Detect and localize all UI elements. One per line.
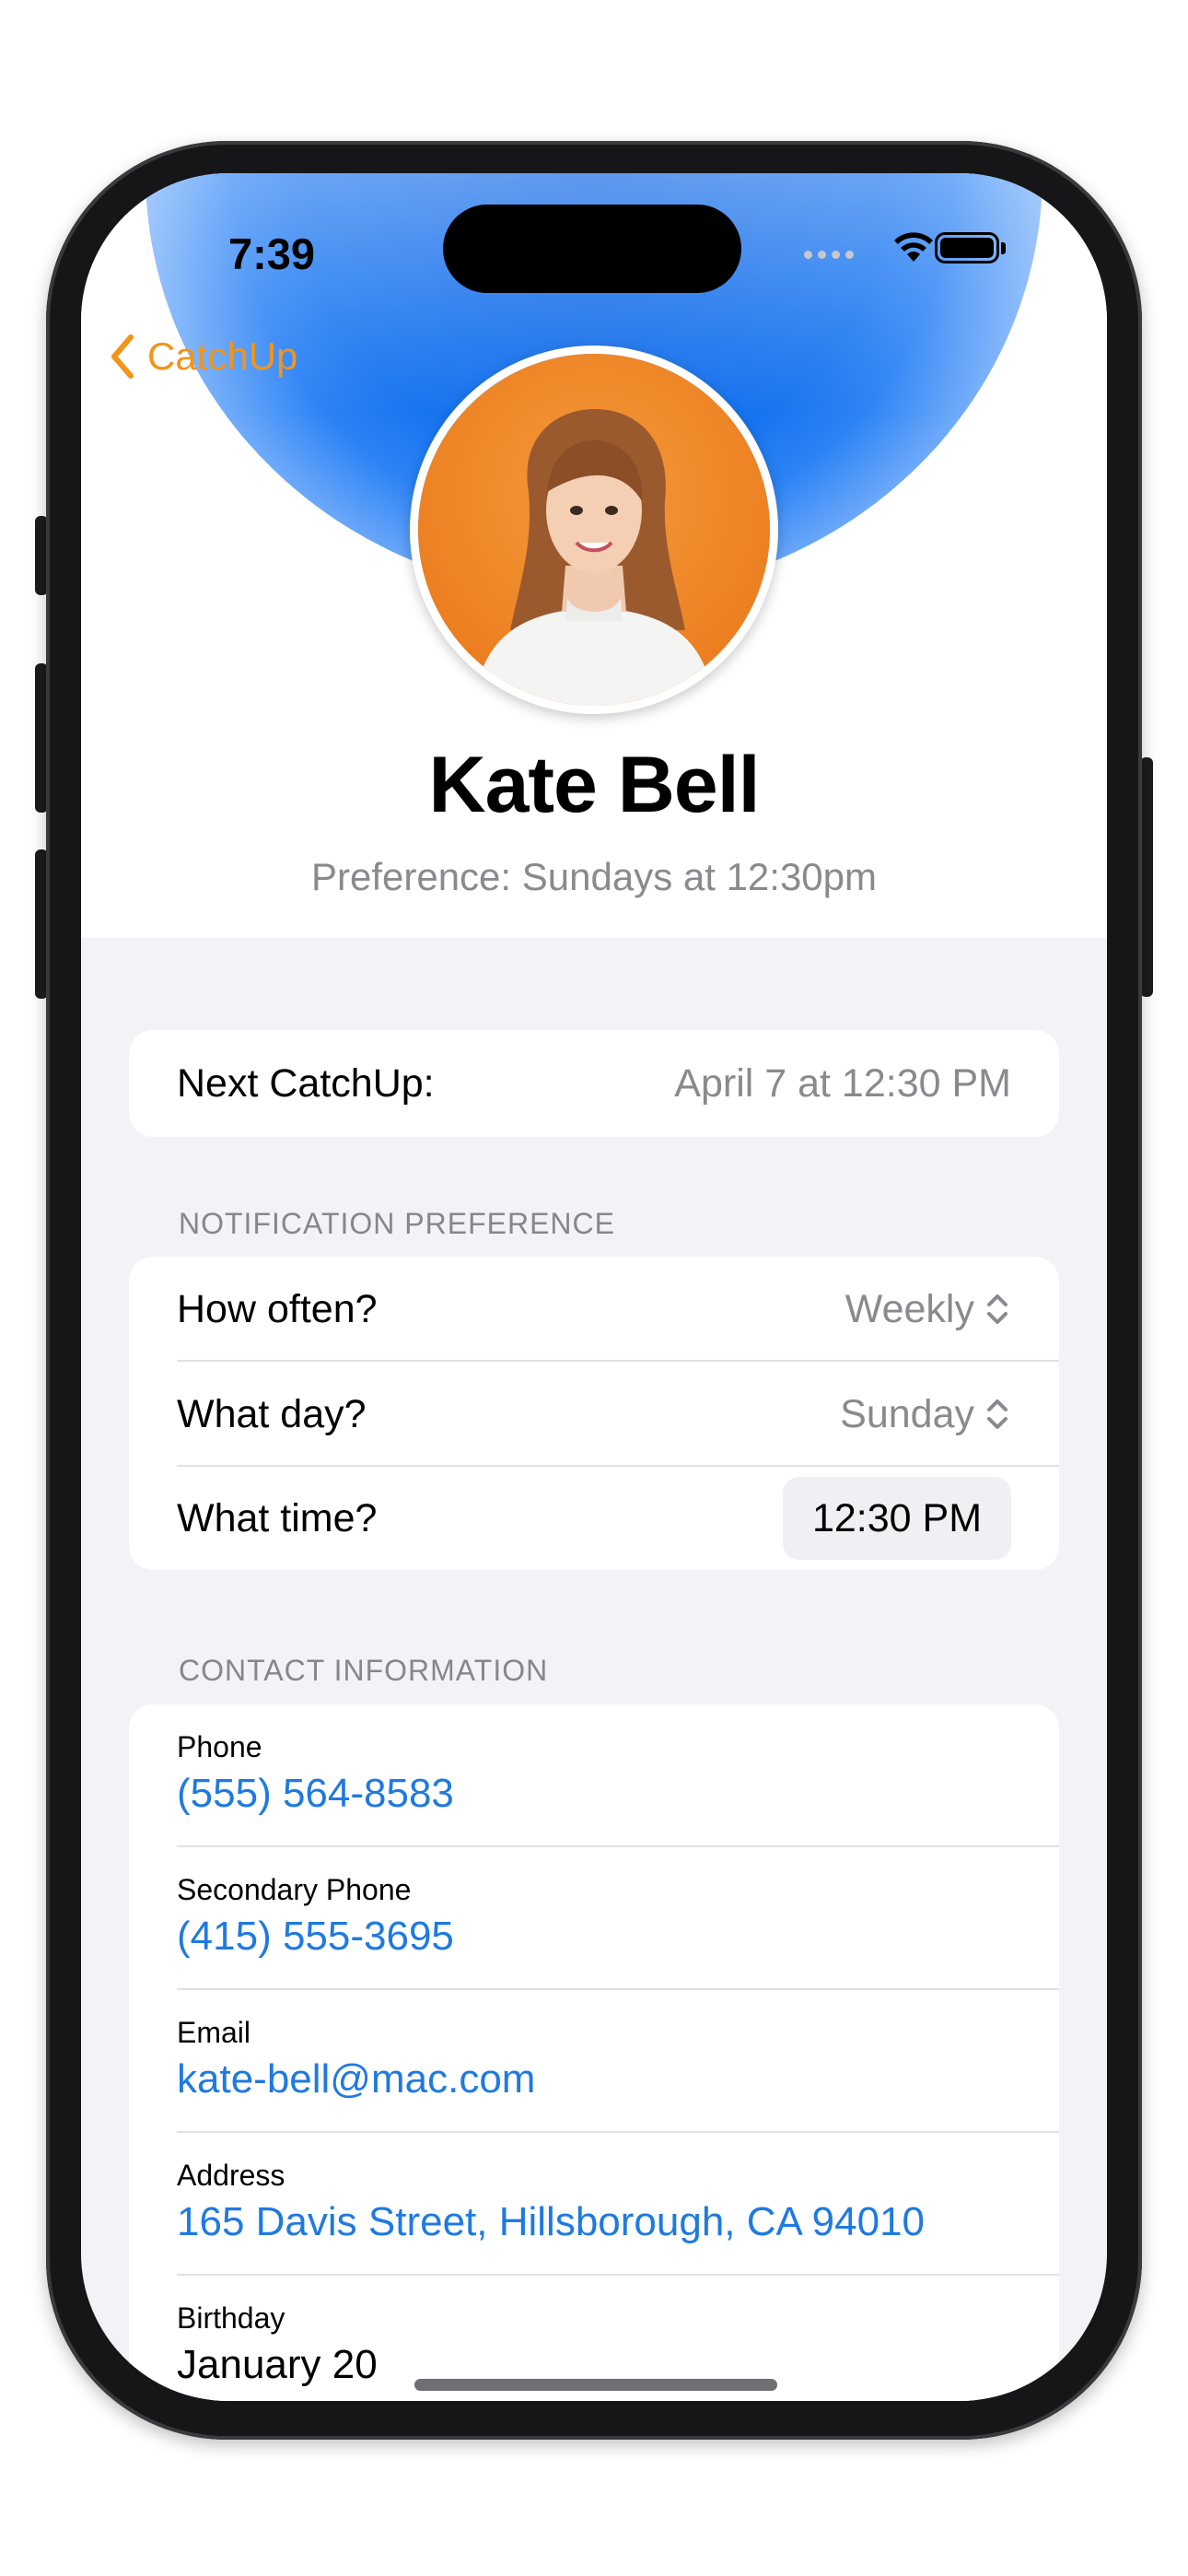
- how-often-picker[interactable]: Weekly: [845, 1287, 1011, 1332]
- preference-subtitle: Preference: Sundays at 12:30pm: [310, 855, 878, 898]
- next-catchup-card: Next CatchUp: April 7 at 12:30 PM: [129, 1030, 1059, 1137]
- next-catchup-value: April 7 at 12:30 PM: [674, 1060, 1011, 1106]
- what-time-label: What time?: [177, 1495, 378, 1540]
- how-often-value: Weekly: [844, 1286, 974, 1331]
- person-portrait-icon: [418, 354, 770, 706]
- next-catchup-row: Next CatchUp: April 7 at 12:30 PM: [129, 1030, 1059, 1137]
- what-time-row: What time? 12:30 PM: [129, 1467, 1059, 1570]
- notification-card: How often? Weekly What day? Sunday What …: [129, 1257, 1059, 1570]
- address-link[interactable]: 165 Davis Street, Hillsborough, CA 94010: [177, 2199, 925, 2245]
- what-day-label: What day?: [177, 1391, 367, 1436]
- notification-section-title: NOTIFICATION PREFERENCE: [179, 1207, 615, 1240]
- status-icons: [804, 227, 1034, 273]
- contact-card: Phone (555) 564-8583 Secondary Phone (41…: [129, 1704, 1059, 2401]
- what-day-row[interactable]: What day? Sunday: [129, 1362, 1059, 1467]
- secondary-phone-link[interactable]: (415) 555-3695: [177, 1914, 454, 1960]
- address-label: Address: [177, 2159, 285, 2192]
- phone-row: Phone (555) 564-8583: [129, 1704, 1059, 1847]
- phone-link[interactable]: (555) 564-8583: [177, 1771, 454, 1817]
- home-indicator[interactable]: [414, 2379, 777, 2391]
- wifi-icon: [894, 232, 933, 262]
- birthday-value: January 20: [177, 2342, 378, 2387]
- secondary-phone-label: Secondary Phone: [177, 1873, 412, 1906]
- avatar: [410, 345, 778, 714]
- how-often-label: How often?: [177, 1286, 378, 1331]
- screen: 7:39 CatchUp Kate Bell Preference: Sunda…: [81, 173, 1107, 2401]
- next-catchup-label: Next CatchUp:: [177, 1060, 435, 1106]
- what-day-picker[interactable]: Sunday: [840, 1392, 1011, 1437]
- contact-name: Kate Bell: [428, 741, 760, 829]
- back-button[interactable]: CatchUp: [109, 324, 297, 389]
- chevron-up-down-icon: [987, 1294, 1007, 1324]
- how-often-row[interactable]: How often? Weekly: [129, 1257, 1059, 1362]
- email-label: Email: [177, 2016, 251, 2049]
- phone-label: Phone: [177, 1730, 262, 1763]
- contact-section-title: CONTACT INFORMATION: [179, 1654, 549, 1687]
- email-link[interactable]: kate-bell@mac.com: [177, 2056, 535, 2102]
- address-row: Address 165 Davis Street, Hillsborough, …: [129, 2133, 1059, 2276]
- chevron-left-icon: [111, 334, 134, 379]
- chevron-up-down-icon: [987, 1399, 1007, 1429]
- what-day-value: Sunday: [840, 1391, 974, 1436]
- time-picker-button[interactable]: 12:30 PM: [783, 1477, 1011, 1560]
- birthday-label: Birthday: [177, 2301, 285, 2335]
- back-label: CatchUp: [147, 334, 298, 378]
- power-button: [1140, 757, 1153, 997]
- email-row: Email kate-bell@mac.com: [129, 1990, 1059, 2133]
- cellular-icon: [804, 247, 859, 263]
- secondary-phone-row: Secondary Phone (415) 555-3695: [129, 1847, 1059, 1990]
- status-time: 7:39: [228, 229, 316, 278]
- dynamic-island: [443, 205, 741, 293]
- battery-icon: [935, 232, 999, 263]
